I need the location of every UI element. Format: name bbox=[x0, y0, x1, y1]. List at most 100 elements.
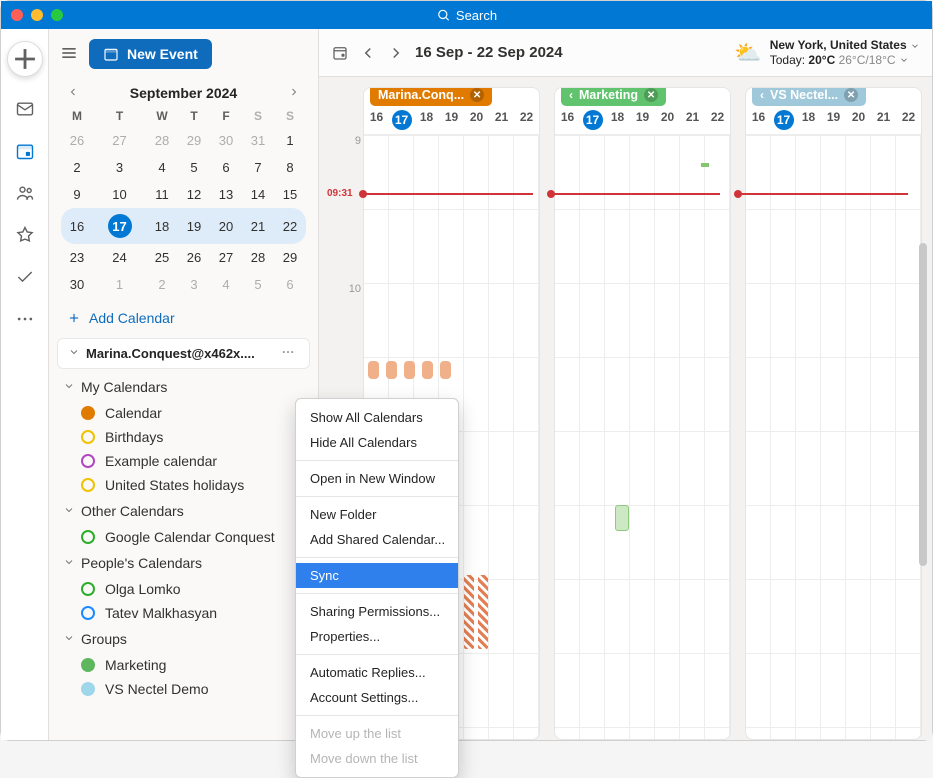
rail-tasks[interactable] bbox=[15, 267, 35, 287]
calendar-item[interactable]: Google Calendar Conquest bbox=[57, 525, 310, 549]
rail-calendar[interactable] bbox=[15, 141, 35, 161]
calendar-item[interactable]: Marketing bbox=[57, 653, 310, 677]
mini-cal-day[interactable]: 26 bbox=[178, 244, 210, 271]
day-header[interactable]: 19 bbox=[439, 106, 464, 134]
mini-cal-day[interactable]: 28 bbox=[146, 127, 178, 154]
mini-cal-prev[interactable] bbox=[67, 86, 79, 101]
menu-item[interactable]: Sync bbox=[296, 563, 458, 588]
pane-tab[interactable]: Marina.Conq...✕ bbox=[370, 87, 492, 106]
mini-cal-day[interactable]: 1 bbox=[93, 271, 146, 298]
calendar-item[interactable]: United States holidays bbox=[57, 473, 310, 497]
mini-cal-table[interactable]: MTWTFSS 26272829303112345678910111213141… bbox=[61, 105, 306, 298]
mini-cal-day[interactable]: 26 bbox=[61, 127, 93, 154]
day-header[interactable]: 22 bbox=[514, 106, 539, 134]
mini-cal-day[interactable]: 30 bbox=[210, 127, 242, 154]
day-header[interactable]: 22 bbox=[896, 106, 921, 134]
calendar-item[interactable]: Example calendar bbox=[57, 449, 310, 473]
day-header[interactable]: 16 bbox=[746, 106, 771, 134]
event-block[interactable] bbox=[701, 163, 709, 167]
scrollbar-thumb[interactable] bbox=[919, 243, 927, 566]
mini-cal-day[interactable]: 16 bbox=[61, 208, 93, 244]
day-header[interactable]: 17 bbox=[580, 106, 605, 134]
day-grid[interactable] bbox=[746, 135, 921, 739]
event-block[interactable] bbox=[615, 505, 629, 531]
busy-block[interactable] bbox=[478, 575, 488, 649]
mini-cal-day[interactable]: 22 bbox=[274, 208, 306, 244]
sidebar-toggle-button[interactable] bbox=[59, 43, 79, 66]
day-header[interactable]: 20 bbox=[655, 106, 680, 134]
day-header[interactable]: 16 bbox=[555, 106, 580, 134]
mini-cal-day[interactable]: 9 bbox=[61, 181, 93, 208]
close-pane-button[interactable]: ✕ bbox=[470, 88, 484, 102]
event-block[interactable] bbox=[368, 361, 379, 379]
calendar-item[interactable]: Birthdays bbox=[57, 425, 310, 449]
mini-cal-day[interactable]: 21 bbox=[242, 208, 274, 244]
mini-cal-day[interactable]: 2 bbox=[146, 271, 178, 298]
weather-widget[interactable]: ⛅ New York, United States Today: 20°C 26… bbox=[734, 38, 920, 67]
close-pane-button[interactable]: ✕ bbox=[644, 88, 658, 102]
mini-cal-day[interactable]: 3 bbox=[178, 271, 210, 298]
prev-week-button[interactable] bbox=[359, 44, 377, 62]
add-calendar-button[interactable]: Add Calendar bbox=[49, 302, 318, 334]
menu-item[interactable]: Open in New Window bbox=[296, 466, 458, 491]
calendar-group-header[interactable]: Groups bbox=[57, 625, 310, 653]
menu-item[interactable]: Properties... bbox=[296, 624, 458, 649]
mini-cal-next[interactable] bbox=[288, 86, 300, 101]
calendar-item[interactable]: VS Nectel Demo bbox=[57, 677, 310, 701]
mini-cal-day[interactable]: 5 bbox=[242, 271, 274, 298]
mini-cal-day[interactable]: 19 bbox=[178, 208, 210, 244]
mini-cal-day[interactable]: 3 bbox=[93, 154, 146, 181]
event-block[interactable] bbox=[440, 361, 451, 379]
rail-mail[interactable] bbox=[15, 99, 35, 119]
account-more-button[interactable] bbox=[277, 345, 299, 362]
mini-cal-day[interactable]: 20 bbox=[210, 208, 242, 244]
mini-cal-day[interactable]: 15 bbox=[274, 181, 306, 208]
mini-cal-day[interactable]: 29 bbox=[178, 127, 210, 154]
day-grid[interactable] bbox=[555, 135, 730, 739]
mini-cal-day[interactable]: 27 bbox=[93, 127, 146, 154]
mini-cal-day[interactable]: 4 bbox=[210, 271, 242, 298]
calendar-item[interactable]: Calendar bbox=[57, 401, 310, 425]
global-search[interactable]: Search bbox=[436, 8, 497, 23]
day-header[interactable]: 19 bbox=[821, 106, 846, 134]
mini-cal-day[interactable]: 14 bbox=[242, 181, 274, 208]
pane-tab[interactable]: ‹VS Nectel...✕ bbox=[752, 87, 866, 106]
menu-item[interactable]: Add Shared Calendar... bbox=[296, 527, 458, 552]
mini-cal-day[interactable]: 17 bbox=[93, 208, 146, 244]
menu-item[interactable]: Show All Calendars bbox=[296, 405, 458, 430]
busy-block[interactable] bbox=[464, 575, 474, 649]
day-header[interactable]: 20 bbox=[464, 106, 489, 134]
mini-cal-day[interactable]: 13 bbox=[210, 181, 242, 208]
rail-more[interactable] bbox=[15, 309, 35, 329]
scrollbar[interactable] bbox=[919, 137, 929, 724]
menu-item[interactable]: New Folder bbox=[296, 502, 458, 527]
day-header[interactable]: 18 bbox=[796, 106, 821, 134]
calendar-group-header[interactable]: My Calendars bbox=[57, 373, 310, 401]
event-block[interactable] bbox=[422, 361, 433, 379]
next-week-button[interactable] bbox=[387, 44, 405, 62]
mini-cal-day[interactable]: 28 bbox=[242, 244, 274, 271]
mini-cal-day[interactable]: 2 bbox=[61, 154, 93, 181]
mini-cal-day[interactable]: 11 bbox=[146, 181, 178, 208]
compose-button[interactable] bbox=[7, 41, 43, 77]
day-header[interactable]: 16 bbox=[364, 106, 389, 134]
mini-cal-day[interactable]: 1 bbox=[274, 127, 306, 154]
mini-cal-day[interactable]: 24 bbox=[93, 244, 146, 271]
event-block[interactable] bbox=[386, 361, 397, 379]
day-header[interactable]: 20 bbox=[846, 106, 871, 134]
menu-item[interactable]: Sharing Permissions... bbox=[296, 599, 458, 624]
pane-tab[interactable]: ‹Marketing✕ bbox=[561, 87, 666, 106]
mini-cal-day[interactable]: 7 bbox=[242, 154, 274, 181]
menu-item[interactable]: Automatic Replies... bbox=[296, 660, 458, 685]
mini-cal-day[interactable]: 29 bbox=[274, 244, 306, 271]
day-header[interactable]: 18 bbox=[605, 106, 630, 134]
new-event-button[interactable]: New Event bbox=[89, 39, 212, 69]
mini-cal-day[interactable]: 27 bbox=[210, 244, 242, 271]
calendar-item[interactable]: Tatev Malkhasyan bbox=[57, 601, 310, 625]
day-header[interactable]: 21 bbox=[489, 106, 514, 134]
mini-cal-day[interactable]: 31 bbox=[242, 127, 274, 154]
account-context-menu[interactable]: Show All CalendarsHide All CalendarsOpen… bbox=[295, 398, 459, 778]
minimize-window-button[interactable] bbox=[31, 9, 43, 21]
zoom-window-button[interactable] bbox=[51, 9, 63, 21]
mini-cal-day[interactable]: 18 bbox=[146, 208, 178, 244]
